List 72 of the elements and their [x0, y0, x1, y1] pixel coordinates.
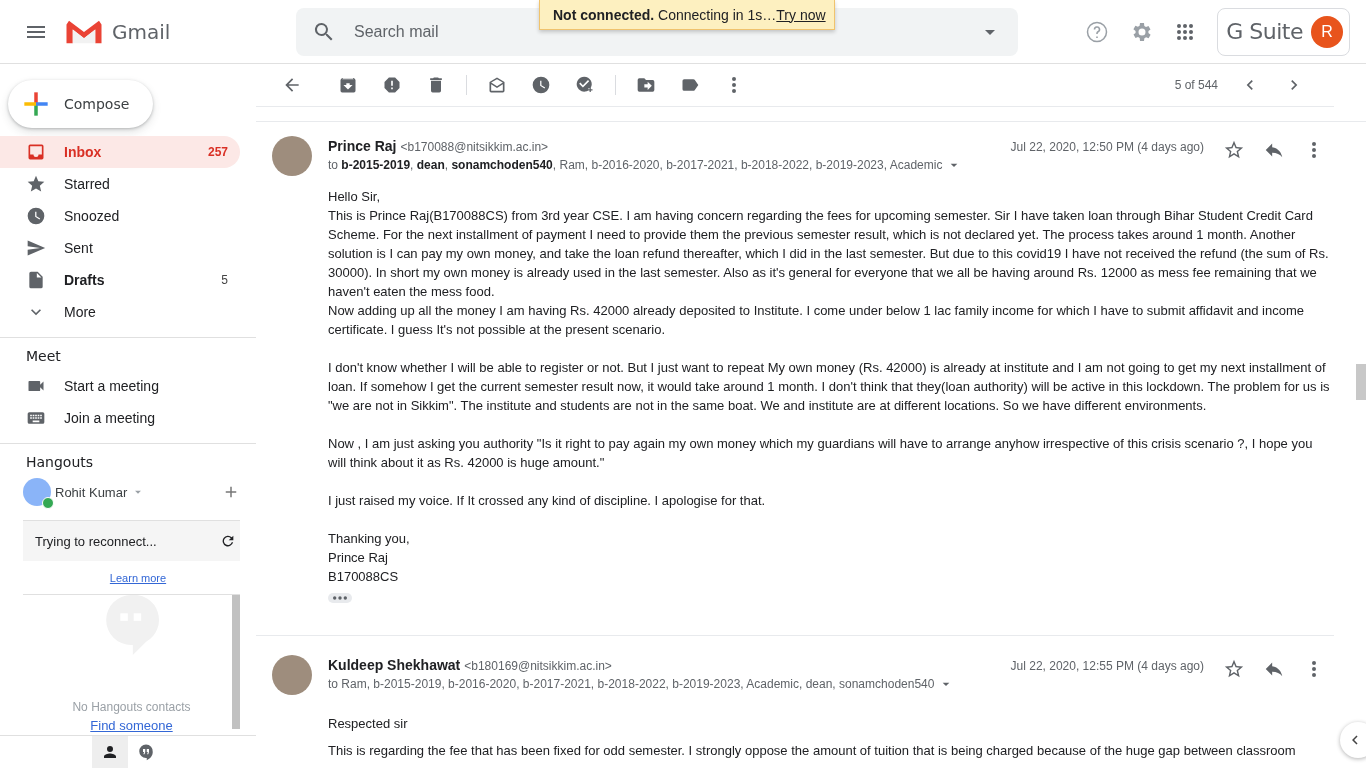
- more-vertical-icon: [1312, 142, 1316, 158]
- app-name: Gmail: [112, 19, 171, 44]
- message-date: Jul 22, 2020, 12:55 PM (4 days ago): [1010, 659, 1204, 673]
- section-title: Meet: [25, 348, 62, 364]
- contacts-tab[interactable]: [92, 736, 128, 768]
- sender-name: Kuldeep Shekhawat: [328, 657, 461, 673]
- body-text: Now adding up all the money I am having Rs. 42000 already deposited to Institute. I come under below 1 lac family income for which I have to submit affidavit and income certificate. I guess It's not possible at the present scenario.: [328, 302, 1305, 339]
- account-button[interactable]: G Suite R: [1217, 7, 1350, 56]
- body-text: Now , I am just asking you authority "Is it right to pay again my own money which my guardians will have to arrange anyhow irrespective of this crisis scenario ?, I hope you will think about it as Rs. 42000 is huge amount.": [328, 435, 1314, 472]
- body-text: Thanking you,: [328, 530, 411, 548]
- recipients-text: to b-2015-2019, dean, sonamchoden540, Ram, b-2016-2020, b-2017-2021, b-2018-2022, b-2019-2023, Academic: [328, 158, 943, 172]
- sender-email: <b170088@nitsikkim.ac.in>: [400, 140, 549, 154]
- find-someone-link[interactable]: Find someone: [90, 718, 173, 733]
- empty-contacts-text: No Hangouts contacts: [72, 700, 191, 714]
- clock-icon: [531, 75, 551, 95]
- check-plus-icon: [575, 75, 595, 95]
- user-name[interactable]: Rohit Kumar: [55, 484, 128, 500]
- nav-item[interactable]: Inbox 257: [0, 136, 240, 168]
- more-vertical-icon: [1312, 661, 1316, 677]
- body-text: Prince Raj: [328, 549, 389, 567]
- nav-item[interactable]: Snoozed: [0, 200, 240, 232]
- nav-item[interactable]: Drafts 5: [0, 264, 240, 296]
- nav-item[interactable]: Starred: [0, 168, 240, 200]
- toast-message: Not connected. Connecting in 1s…: [553, 6, 777, 23]
- refresh-icon[interactable]: [220, 533, 236, 549]
- learn-more-link[interactable]: Learn more: [109, 572, 167, 584]
- meet-item[interactable]: Start a meeting: [0, 370, 240, 402]
- clock-icon[interactable]: [26, 206, 46, 226]
- status-text: Trying to reconnect...: [35, 533, 157, 549]
- suite-label: G Suite: [1226, 19, 1303, 44]
- body-text: B170088CS: [328, 568, 400, 586]
- compose-button[interactable]: Compose: [8, 80, 153, 128]
- folder-arrow-icon: [636, 75, 656, 95]
- send-icon[interactable]: [26, 238, 46, 258]
- star-outline-icon: [1223, 139, 1245, 161]
- envelope-icon: [487, 75, 507, 95]
- body-text: I don't know whether I will be able to register or not. But I just want to repeat My own money (Rs. 42000) is already at institute and I am not going to get my next installment of loan. If somehow I get the current semester result now, it would take around 1 month. I don't think that they(loan authority) will be active in this lockdown. The problem for us is "we are not in Sikkim". The institute and students are not in the same boat. We and institute are at different locations. So we have different environments.: [328, 359, 1331, 415]
- quote-bubble-icon: [137, 743, 155, 761]
- pager-text: 5 of 544: [1174, 78, 1218, 92]
- archive-icon: [338, 75, 358, 95]
- plus-icon: [22, 90, 50, 118]
- star-outline-icon: [1223, 658, 1245, 680]
- meet-item[interactable]: Join a meeting: [0, 402, 240, 434]
- recipients-text: to Ram, b-2015-2019, b-2016-2020, b-2017-2021, b-2018-2022, b-2019-2023, Academic, dean, sonamchoden540: [328, 677, 935, 691]
- person-icon: [101, 743, 119, 761]
- body-text: This is Prince Raj(B170088CS) from 3rd year CSE. I am having concern regarding the fees for upcoming semester. Sir I have taken loan through Bihar Student Credit Card Scheme. For the next installment of payment I need to provide them the previous semester result, which is not declared yet. The process takes around 1 month. Another solution is I can pay my own money, and take the loan refund thereafter, which I did in the last semester. But due to this covid19 I have not received the refund (the sum of Rs. 30000). In short my own money is already used in the last semester. Also as it's general for everyone that we all be having around Rs. 12000 as mess fee remaining that we haven't eaten the mess food.: [328, 207, 1330, 301]
- scrollbar[interactable]: [1356, 364, 1366, 400]
- photo-placeholder: [272, 136, 312, 176]
- photo-placeholder: [272, 655, 312, 695]
- scrollbar[interactable]: [232, 595, 240, 729]
- message-date: Jul 22, 2020, 12:50 PM (4 days ago): [1010, 140, 1204, 154]
- section-title: Hangouts: [25, 454, 95, 470]
- body-text: I just raised my voice. If It crossed any kind of discipline. I apologise for that.: [328, 492, 767, 510]
- show-trimmed-button[interactable]: [328, 593, 352, 603]
- ellipsis-icon: [333, 596, 347, 600]
- body-text: This is regarding the fee that has been fixed for odd semester. I strongly oppose the amount of tuition that is being charged because of the huge gap between classroom: [328, 742, 1297, 760]
- avatar: R: [1311, 15, 1343, 48]
- body-text: Hello Sir,: [328, 188, 382, 206]
- star-icon[interactable]: [26, 174, 46, 194]
- help-icon[interactable]: [1085, 19, 1110, 44]
- try-now-link[interactable]: Try now: [776, 6, 826, 23]
- nav-item[interactable]: Sent: [0, 232, 240, 264]
- exclamation-icon: [382, 75, 402, 95]
- inbox-icon[interactable]: [26, 142, 46, 162]
- body-text: Respected sir: [328, 715, 409, 733]
- document-icon[interactable]: [26, 270, 46, 290]
- side-panel-toggle[interactable]: [1340, 722, 1366, 758]
- sender-email: <b180169@nitsikkim.ac.in>: [464, 659, 612, 673]
- nav-item[interactable]: More: [0, 296, 240, 328]
- more-vertical-icon: [732, 77, 736, 93]
- user-avatar[interactable]: [23, 478, 51, 506]
- sender-name: Prince Raj: [328, 138, 397, 154]
